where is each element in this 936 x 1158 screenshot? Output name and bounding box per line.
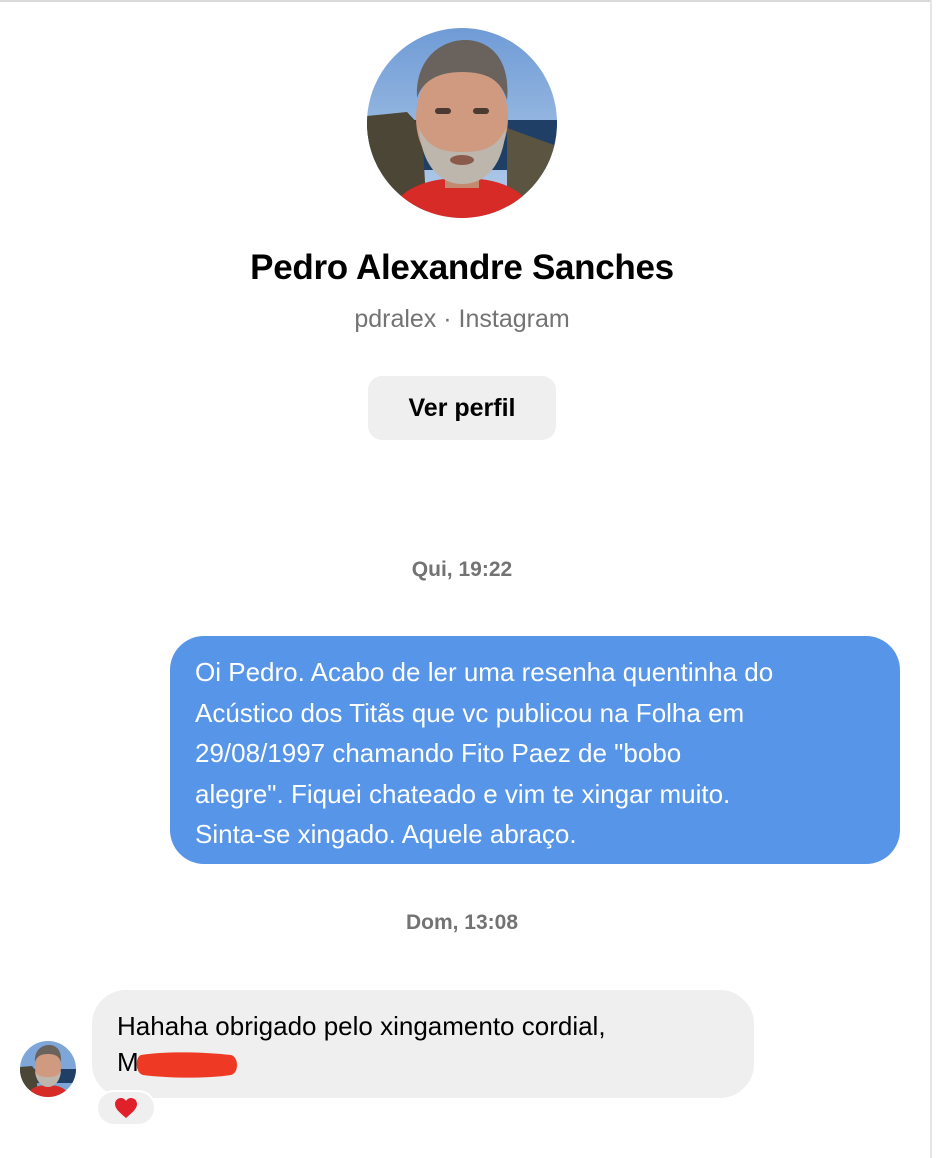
profile-subtitle: pdralex · Instagram — [354, 305, 570, 333]
chat-thread: Pedro Alexandre Sanches pdralex · Instag… — [0, 0, 936, 1158]
message-text-line: Hahaha obrigado pelo xingamento cordial, — [117, 1011, 606, 1041]
message-text-line: Sinta-se xingado. Aquele abraço. — [195, 819, 577, 849]
profile-name: Pedro Alexandre Sanches — [250, 248, 674, 287]
message-text-line: alegre". Fiquei chateado e vim te xingar… — [195, 778, 731, 809]
incoming-message-bubble[interactable]: Hahaha obrigado pelo xingamento cordial,… — [92, 990, 754, 1098]
message-reaction[interactable] — [96, 1090, 156, 1126]
message-timestamp: Dom, 13:08 — [405, 911, 519, 934]
heart-icon — [115, 1098, 137, 1118]
redaction-mark — [136, 1052, 237, 1078]
divider — [930, 0, 932, 1158]
profile-avatar[interactable] — [367, 28, 557, 218]
divider — [0, 0, 930, 2]
sender-avatar[interactable] — [20, 1041, 76, 1097]
message-timestamp: Qui, 19:22 — [411, 558, 513, 581]
message-text-line: Oi Pedro. Acabo de ler uma resenha quent… — [195, 657, 774, 687]
outgoing-message-bubble[interactable]: Oi Pedro. Acabo de ler uma resenha quent… — [170, 636, 900, 864]
message-text-line: Acústico dos Titãs que vc publicou na Fo… — [195, 697, 745, 728]
message-text-line: 29/08/1997 chamando Fito Paez de "bobo — [195, 738, 682, 768]
message-text-line: M — [117, 1044, 730, 1080]
view-profile-button[interactable]: Ver perfil — [368, 376, 556, 440]
